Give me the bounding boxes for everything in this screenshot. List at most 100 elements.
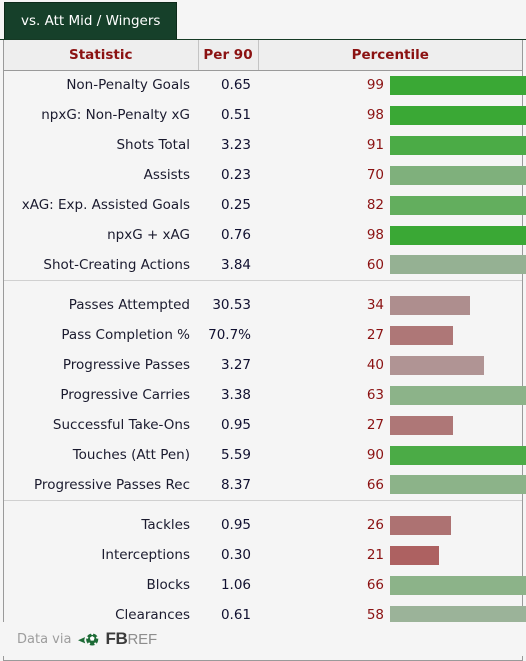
per90-value: 1.06 (198, 570, 258, 600)
percentile-bar-cell (390, 440, 526, 470)
per90-value: 0.23 (198, 160, 258, 190)
percentile-bar (390, 75, 526, 95)
table-row: Passes Attempted 30.53 34 (4, 290, 522, 320)
fbref-logo[interactable]: FB REF (78, 629, 158, 649)
percentile-value: 98 (258, 100, 390, 130)
stats-table-container: Statistic Per 90 Percentile Non-Penalty … (3, 40, 526, 661)
percentile-value: 99 (258, 70, 390, 100)
percentile-bar (390, 135, 526, 155)
per90-value: 0.65 (198, 70, 258, 100)
per90-value: 3.27 (198, 350, 258, 380)
percentile-value: 90 (258, 440, 390, 470)
stat-label: Progressive Passes Rec (4, 470, 198, 500)
tab-vs-att-mid-wingers[interactable]: vs. Att Mid / Wingers (4, 2, 178, 39)
percentile-bar (390, 415, 453, 435)
table-row: Shot-Creating Actions 3.84 60 (4, 250, 526, 280)
per90-value: 30.53 (198, 290, 258, 320)
stat-label: Non-Penalty Goals (4, 70, 198, 100)
stat-label: Tackles (4, 510, 198, 540)
percentile-bar (390, 545, 439, 565)
per90-value: 3.84 (198, 250, 258, 280)
percentile-bar-cell (390, 130, 526, 160)
percentile-bar (390, 445, 526, 465)
section-divider-line (4, 279, 522, 290)
percentile-bar (390, 195, 526, 215)
percentile-value: 34 (258, 290, 390, 320)
fbref-brand-light: REF (127, 630, 158, 648)
table-head: Statistic Per 90 Percentile (4, 40, 522, 71)
percentile-bar (390, 385, 526, 405)
percentile-value: 63 (258, 380, 390, 410)
stats-table: Statistic Per 90 Percentile Non-Penalty … (4, 40, 526, 660)
percentile-bar-cell (390, 470, 526, 500)
percentile-bar (390, 325, 453, 345)
stat-label: npxG + xAG (4, 220, 198, 250)
percentile-bar-cell (390, 100, 526, 130)
percentile-bar-cell (390, 220, 526, 250)
table-row: Shots Total 3.23 91 (4, 130, 526, 160)
percentile-value: 66 (258, 470, 390, 500)
column-header-statistic[interactable]: Statistic (4, 40, 199, 71)
percentile-bar (390, 225, 526, 245)
percentile-bar-cell (390, 410, 522, 440)
scouting-report-panel: vs. Att Mid / Wingers Statistic Per 90 P… (0, 0, 526, 661)
stat-label: Interceptions (4, 540, 198, 570)
percentile-bar (390, 515, 451, 535)
percentile-bar-cell (390, 570, 526, 600)
table-row: npxG + xAG 0.76 98 (4, 220, 526, 250)
table-row: Successful Take-Ons 0.95 27 (4, 410, 522, 440)
percentile-bar (390, 355, 484, 375)
percentile-bar (390, 475, 526, 495)
percentile-bar (390, 575, 526, 595)
percentile-bar-cell (390, 70, 526, 100)
per90-value: 5.59 (198, 440, 258, 470)
percentile-bar-cell (390, 380, 526, 410)
per90-value: 0.25 (198, 190, 258, 220)
percentile-value: 91 (258, 130, 390, 160)
table-row: npxG: Non-Penalty xG 0.51 98 (4, 100, 526, 130)
percentile-value: 82 (258, 190, 390, 220)
stat-label: npxG: Non-Penalty xG (4, 100, 198, 130)
per90-value: 0.95 (198, 510, 258, 540)
per90-value: 3.38 (198, 380, 258, 410)
per90-value: 3.23 (198, 130, 258, 160)
table-row: Progressive Passes 3.27 40 (4, 350, 522, 380)
stat-label: Successful Take-Ons (4, 410, 198, 440)
percentile-bar-cell (390, 350, 522, 380)
percentile-bar-cell (390, 290, 522, 320)
per90-value: 0.51 (198, 100, 258, 130)
percentile-value: 21 (258, 540, 390, 570)
column-header-percentile[interactable]: Percentile (258, 40, 522, 71)
fbref-brand-bold: FB (105, 629, 128, 648)
percentile-bar (390, 255, 526, 275)
percentile-bar-cell (390, 510, 522, 540)
stat-label: Progressive Carries (4, 380, 198, 410)
table-row: Non-Penalty Goals 0.65 99 (4, 70, 526, 100)
tab-strip: vs. Att Mid / Wingers (0, 0, 526, 40)
percentile-value: 26 (258, 510, 390, 540)
table-body: Non-Penalty Goals 0.65 99 npxG: Non-Penalty… (4, 70, 526, 660)
stat-label: Touches (Att Pen) (4, 440, 198, 470)
per90-value: 8.37 (198, 470, 258, 500)
percentile-value: 40 (258, 350, 390, 380)
footer: Data via FB REF (0, 622, 526, 656)
table-row: Assists 0.23 70 (4, 160, 526, 190)
table-row: Pass Completion % 70.7% 27 (4, 320, 522, 350)
per90-value: 70.7% (198, 320, 258, 350)
section-divider-line (4, 499, 522, 510)
stat-label: Assists (4, 160, 198, 190)
percentile-bar (390, 295, 470, 315)
percentile-value: 66 (258, 570, 390, 600)
soccer-ball-motion-icon (78, 632, 99, 645)
percentile-bar-cell (390, 250, 526, 280)
percentile-value: 60 (258, 250, 390, 280)
header-row: Statistic Per 90 Percentile (4, 40, 522, 71)
stat-label: Shot-Creating Actions (4, 250, 198, 280)
per90-value: 0.95 (198, 410, 258, 440)
percentile-bar-cell (390, 320, 522, 350)
percentile-bar (390, 105, 526, 125)
percentile-value: 27 (258, 320, 390, 350)
column-header-per90[interactable]: Per 90 (198, 40, 259, 71)
per90-value: 0.30 (198, 540, 258, 570)
stat-label: Passes Attempted (4, 290, 198, 320)
